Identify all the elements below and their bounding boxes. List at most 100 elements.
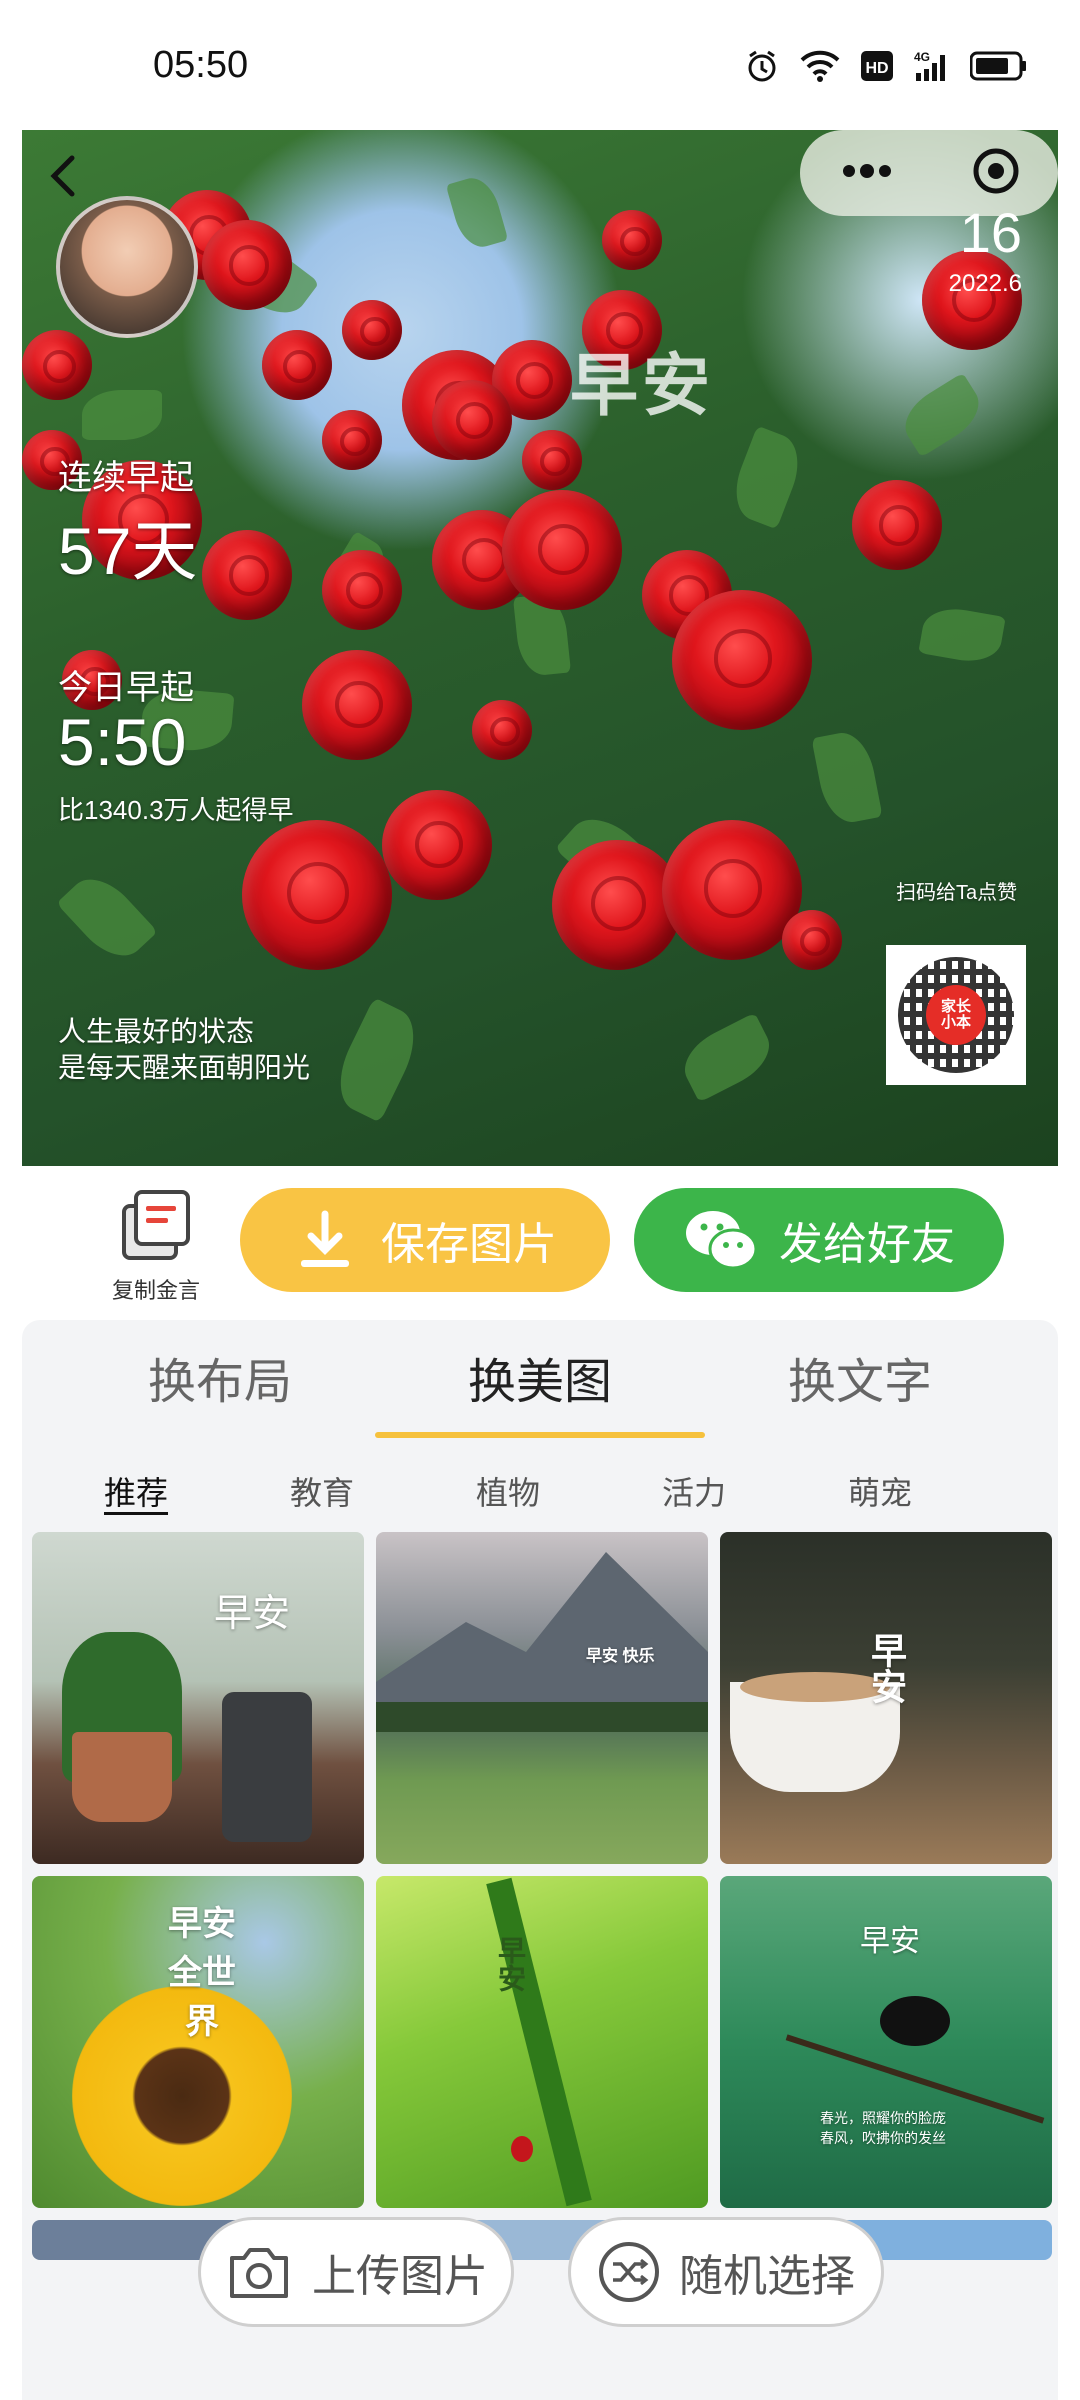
today-label: 今日早起 — [58, 669, 194, 707]
tab-text[interactable]: 换文字 — [690, 1342, 1030, 1412]
camera-icon — [230, 2248, 288, 2298]
alarm-icon — [744, 48, 780, 89]
category-recommend[interactable]: 推荐 — [104, 1468, 168, 1514]
rose-flower — [922, 250, 1022, 350]
customize-panel: 换布局 换美图 换文字 推荐 教育 植物 活力 萌宠 早安 早安 快乐 早安 早… — [22, 1320, 1058, 2400]
quote-line-1: 人生最好的状态 — [58, 1016, 255, 1047]
avatar[interactable] — [56, 196, 198, 338]
tab-layout[interactable]: 换布局 — [50, 1342, 390, 1412]
more-dots-icon[interactable] — [837, 161, 897, 186]
quote-line-2: 是每天醒来面朝阳光 — [58, 1052, 311, 1083]
tab-bar: 换布局 换美图 换文字 — [22, 1320, 1058, 1440]
svg-text:4G: 4G — [914, 50, 930, 64]
rose-flower — [502, 490, 622, 610]
rose-flower — [602, 210, 662, 270]
leaf — [56, 865, 158, 970]
grass-blade — [486, 1877, 592, 2207]
scan-text: 扫码给Ta点赞 — [896, 882, 1018, 904]
4g-signal-icon: 4G — [914, 49, 950, 88]
tab-picture[interactable]: 换美图 — [370, 1342, 710, 1412]
thumb-caption-1: 春光，照耀你的脸庞 — [820, 2110, 946, 2126]
copy-quote-label: 复制金言 — [111, 1278, 200, 1303]
rose-flower — [202, 530, 292, 620]
download-icon — [301, 1210, 349, 1267]
category-plants[interactable]: 植物 — [476, 1468, 540, 1514]
copy-quote-button[interactable]: 复制金言 — [106, 1186, 206, 1305]
rose-flower — [242, 820, 392, 970]
close-target-icon[interactable] — [970, 145, 1022, 202]
hero-date: 2022.6 — [948, 270, 1022, 297]
rose-flower — [852, 480, 942, 570]
category-energy[interactable]: 活力 — [662, 1468, 726, 1514]
thumb-title: 早安 — [214, 1593, 291, 1635]
shuffle-icon — [599, 2242, 659, 2302]
flower-pot — [72, 1732, 172, 1822]
hd-icon: HD — [860, 50, 894, 87]
streak-label: 连续早起 — [58, 459, 194, 497]
leaf — [325, 997, 429, 1123]
rose-flower — [432, 380, 512, 460]
rose-flower — [552, 840, 682, 970]
wechat-icon — [686, 1211, 758, 1270]
today-time: 5:50 — [58, 705, 187, 779]
rank-text: 比1340.3万人起得早 — [58, 795, 294, 825]
action-row: 复制金言 保存图片 发给好友 — [0, 1180, 1080, 1303]
thumb-title: 早安 快乐 — [586, 1648, 655, 1665]
thumb-sunflower[interactable]: 早安 全世界 — [32, 1876, 364, 2208]
rose-flower — [672, 590, 812, 730]
leaf — [445, 172, 509, 253]
leaf — [674, 1012, 780, 1103]
ladybug — [511, 2136, 533, 2162]
mountain-icon — [376, 1552, 708, 1732]
rose-flower — [522, 430, 582, 490]
upload-image-button[interactable]: 上传图片 — [198, 2217, 514, 2327]
thumb-title: 早安 — [495, 1936, 526, 1992]
battery-icon — [969, 51, 1028, 86]
category-education[interactable]: 教育 — [290, 1468, 354, 1514]
leaf — [82, 390, 162, 440]
category-pets[interactable]: 萌宠 — [848, 1468, 912, 1514]
random-select-label: 随机选择 — [679, 2252, 855, 2301]
rose-flower — [782, 910, 842, 970]
back-arrow-icon — [50, 155, 75, 197]
leaf — [811, 728, 883, 827]
streak-value: 57天 — [58, 514, 198, 588]
random-select-button[interactable]: 随机选择 — [568, 2217, 884, 2327]
rose-flower — [472, 700, 532, 760]
svg-text:HD: HD — [865, 60, 888, 77]
rose-flower — [202, 220, 292, 310]
rose-flower — [322, 410, 382, 470]
save-image-label: 保存图片 — [381, 1220, 557, 1269]
rose-flower — [262, 330, 332, 400]
upload-image-label: 上传图片 — [312, 2252, 488, 2301]
thumb-mountain-meadow[interactable]: 早安 快乐 — [376, 1532, 708, 1864]
rose-flower — [322, 550, 402, 630]
rose-flower — [342, 300, 402, 360]
category-bar: 推荐 教育 植物 活力 萌宠 — [22, 1460, 1058, 1520]
send-to-friend-label: 发给好友 — [779, 1220, 955, 1269]
qr-logo: 家长 小本 — [926, 985, 986, 1045]
back-button[interactable] — [36, 146, 96, 206]
tab-active-indicator — [375, 1432, 705, 1438]
thumb-magpie-branch[interactable]: 早安 春光，照耀你的脸庞 春风，吹拂你的发丝 — [720, 1876, 1052, 2208]
thumb-title: 早安 — [866, 1632, 907, 1704]
morning-card: 16 2022.6 早安 连续早起 57天 今日早起 5:50 比1340.3万… — [22, 130, 1058, 1166]
thumb-title: 早安 全世界 — [168, 1905, 236, 2041]
hero-day: 16 — [959, 201, 1022, 264]
thumb-green-grass[interactable]: 早安 — [376, 1876, 708, 2208]
qr-code[interactable]: 家长 小本 — [886, 945, 1026, 1085]
hero-greeting: 早安 — [570, 348, 715, 424]
leaf — [918, 603, 1006, 667]
thumb-title: 早安 — [860, 1925, 920, 1958]
thumb-coffee-cup[interactable]: 早安 — [720, 1532, 1052, 1864]
thumb-potted-plant[interactable]: 早安 — [32, 1532, 364, 1864]
save-image-button[interactable]: 保存图片 — [240, 1188, 610, 1292]
leaf — [725, 425, 809, 530]
status-time: 05:50 — [153, 44, 249, 86]
rose-flower — [22, 330, 92, 400]
magpie-bird — [880, 1996, 950, 2046]
rose-flower — [662, 820, 802, 960]
copy-icon — [122, 1190, 190, 1260]
send-to-friend-button[interactable]: 发给好友 — [634, 1188, 1004, 1292]
status-icons: HD 4G — [744, 48, 1028, 89]
